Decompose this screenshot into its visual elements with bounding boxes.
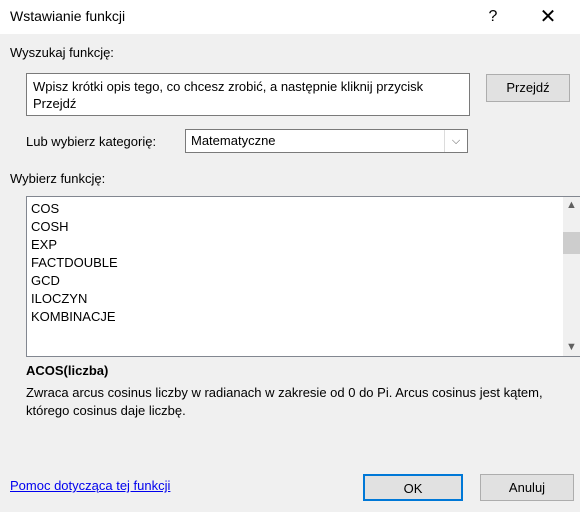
- cancel-button[interactable]: Anuluj: [480, 474, 574, 501]
- help-link[interactable]: Pomoc dotycząca tej funkcji: [10, 478, 170, 493]
- list-item[interactable]: COS: [31, 200, 59, 217]
- list-item[interactable]: KOMBINACJE: [31, 308, 116, 325]
- title-bar: Wstawianie funkcji ? ✕: [0, 0, 580, 34]
- list-item[interactable]: EXP: [31, 236, 57, 253]
- go-button[interactable]: Przejdź: [486, 74, 570, 102]
- function-description: Zwraca arcus cosinus liczby w radianach …: [26, 385, 543, 418]
- scroll-thumb[interactable]: [563, 232, 580, 254]
- help-button[interactable]: ?: [478, 4, 508, 30]
- close-button[interactable]: ✕: [530, 4, 566, 30]
- category-selected-value: Matematyczne: [191, 133, 276, 148]
- list-item[interactable]: ILOCZYN: [31, 290, 87, 307]
- list-item[interactable]: COSH: [31, 218, 69, 235]
- window-title: Wstawianie funkcji: [10, 8, 126, 24]
- list-scrollbar[interactable]: ▲ ▼: [563, 197, 580, 356]
- chevron-down-icon[interactable]: ⌵: [444, 130, 467, 152]
- list-item[interactable]: GCD: [31, 272, 60, 289]
- function-signature: ACOS(liczba): [26, 363, 109, 378]
- scroll-up-arrow-icon[interactable]: ▲: [563, 197, 580, 214]
- function-listbox[interactable]: COS COSH EXP FACTDOUBLE GCD ILOCZYN KOMB…: [26, 196, 580, 357]
- list-item[interactable]: FACTDOUBLE: [31, 254, 118, 271]
- scroll-down-arrow-icon[interactable]: ▼: [563, 339, 580, 356]
- search-input[interactable]: Wpisz krótki opis tego, co chcesz zrobić…: [26, 73, 470, 116]
- ok-button[interactable]: OK: [363, 474, 463, 501]
- function-list-label: Wybierz funkcję:: [10, 171, 106, 186]
- category-select[interactable]: Matematyczne ⌵: [185, 129, 468, 153]
- category-label: Lub wybierz kategorię:: [26, 134, 157, 149]
- search-label: Wyszukaj funkcję:: [10, 45, 114, 60]
